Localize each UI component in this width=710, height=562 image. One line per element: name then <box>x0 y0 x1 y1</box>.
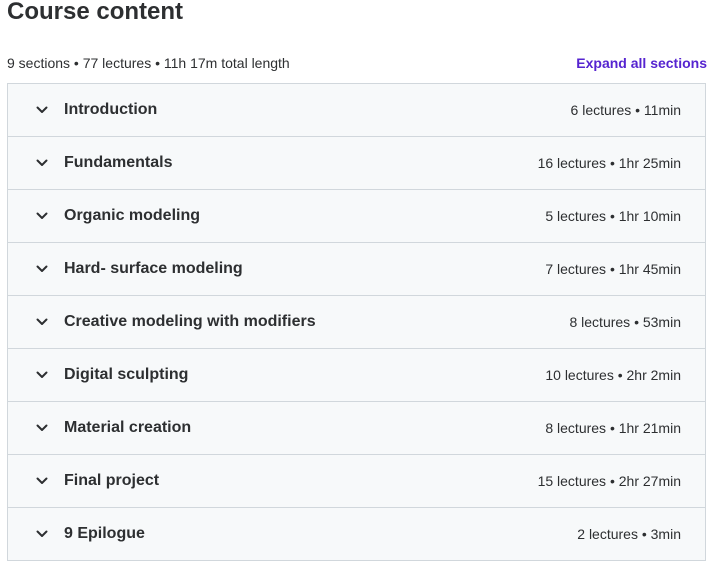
section-title: Material creation <box>64 419 192 436</box>
course-summary: 9 sections • 77 lectures • 11h 17m total… <box>7 55 290 71</box>
chevron-down-icon <box>35 262 49 276</box>
chevron-down-icon <box>35 368 49 382</box>
chevron-down-icon <box>35 156 49 170</box>
section-meta: 16 lectures • 1hr 25min <box>537 155 681 171</box>
section-title: Creative modeling with modifiers <box>64 313 316 330</box>
page-title: Course content <box>7 0 184 25</box>
section-row-hard-surface-modeling[interactable]: Hard- surface modeling 7 lectures • 1hr … <box>8 243 705 296</box>
chevron-down-icon <box>35 209 49 223</box>
section-title: Organic modeling <box>64 207 201 224</box>
section-row-organic-modeling[interactable]: Organic modeling 5 lectures • 1hr 10min <box>8 190 705 243</box>
section-row-creative-modeling[interactable]: Creative modeling with modifiers 8 lectu… <box>8 296 705 349</box>
section-title: Hard- surface modeling <box>64 260 243 277</box>
section-meta: 6 lectures • 11min <box>570 102 681 118</box>
section-meta: 2 lectures • 3min <box>577 526 681 542</box>
chevron-down-icon <box>35 103 49 117</box>
section-title: Fundamentals <box>64 154 173 171</box>
section-meta: 7 lectures • 1hr 45min <box>545 261 681 277</box>
section-meta: 10 lectures • 2hr 2min <box>545 367 681 383</box>
section-row-introduction[interactable]: Introduction 6 lectures • 11min <box>8 84 705 137</box>
section-title: Introduction <box>64 101 158 118</box>
chevron-down-icon <box>35 315 49 329</box>
chevron-down-icon <box>35 527 49 541</box>
section-meta: 8 lectures • 53min <box>569 314 681 330</box>
section-title: Final project <box>64 472 160 489</box>
chevron-down-icon <box>35 421 49 435</box>
section-row-fundamentals[interactable]: Fundamentals 16 lectures • 1hr 25min <box>8 137 705 190</box>
section-row-final-project[interactable]: Final project 15 lectures • 2hr 27min <box>8 455 705 508</box>
section-meta: 5 lectures • 1hr 10min <box>545 208 681 224</box>
expand-all-sections-button[interactable]: Expand all sections <box>576 55 707 71</box>
section-title: Digital sculpting <box>64 366 189 383</box>
section-title: 9 Epilogue <box>64 525 145 542</box>
course-summary-bar: 9 sections • 77 lectures • 11h 17m total… <box>7 53 707 73</box>
section-row-material-creation[interactable]: Material creation 8 lectures • 1hr 21min <box>8 402 705 455</box>
section-meta: 8 lectures • 1hr 21min <box>545 420 681 436</box>
section-list: Introduction 6 lectures • 11min Fundamen… <box>7 83 706 561</box>
section-row-epilogue[interactable]: 9 Epilogue 2 lectures • 3min <box>8 508 705 561</box>
section-row-digital-sculpting[interactable]: Digital sculpting 10 lectures • 2hr 2min <box>8 349 705 402</box>
chevron-down-icon <box>35 474 49 488</box>
section-meta: 15 lectures • 2hr 27min <box>537 473 681 489</box>
